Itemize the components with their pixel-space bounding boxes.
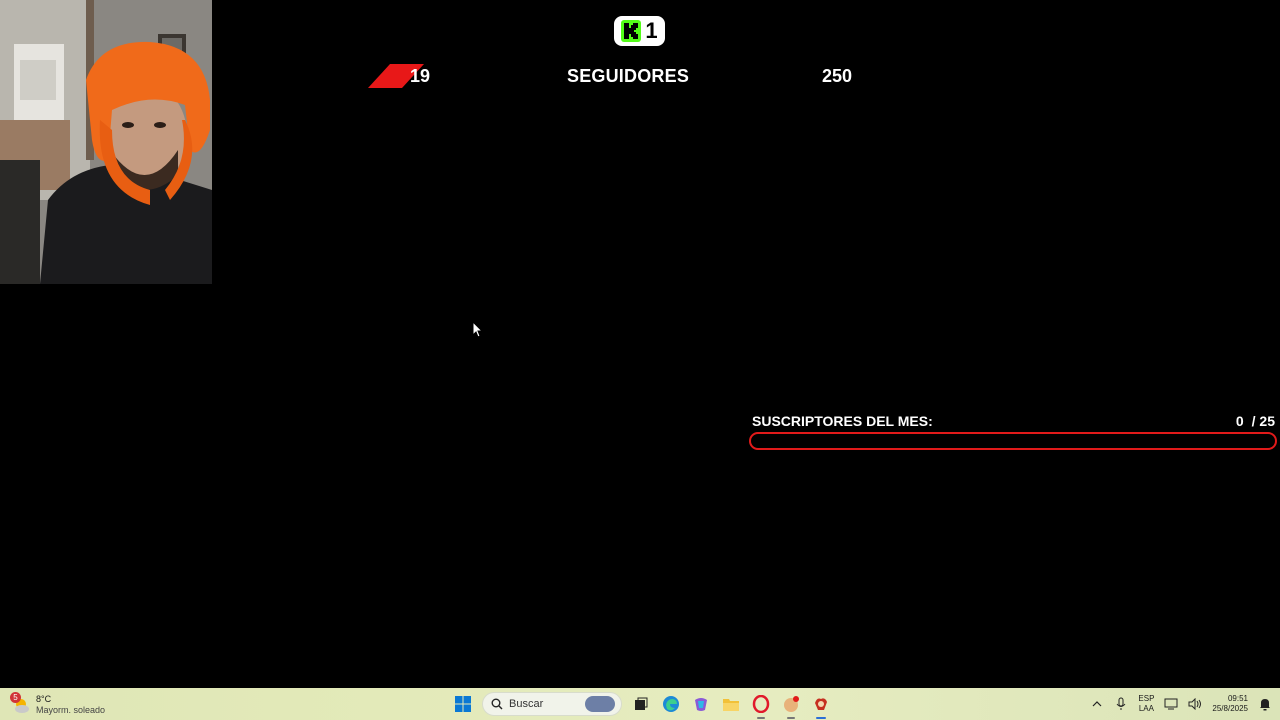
chevron-up-icon xyxy=(1092,701,1102,707)
app-icon xyxy=(784,696,799,712)
network-icon xyxy=(1164,698,1178,710)
system-tray: ESP LAA 09:51 25/8/2025 xyxy=(1090,691,1272,717)
taskbar-search[interactable]: Buscar xyxy=(482,692,622,716)
subs-goal-count: 0 / 25 xyxy=(1236,413,1275,429)
obs-icon xyxy=(815,698,827,710)
language-line1: ESP xyxy=(1138,694,1155,703)
subs-goal-label: SUSCRIPTORES DEL MES: xyxy=(752,413,933,429)
opera-icon xyxy=(752,695,770,713)
opera-button[interactable] xyxy=(750,693,772,719)
network-button[interactable] xyxy=(1164,697,1178,711)
weather-desc: Mayorm. soleado xyxy=(36,705,106,715)
task-view-button[interactable] xyxy=(630,693,652,715)
weather-widget[interactable]: 5 8°C Mayorm. soleado xyxy=(10,692,106,718)
clock-time: 09:51 xyxy=(1227,694,1248,703)
microphone-icon xyxy=(1117,697,1126,710)
weather-temp: 8°C xyxy=(36,694,52,704)
volume-icon xyxy=(1188,698,1202,710)
running-indicator xyxy=(787,717,795,719)
copilot-button[interactable] xyxy=(690,693,712,715)
language-line2: LAA xyxy=(1138,704,1154,713)
taskbar-apps: Buscar xyxy=(452,691,832,719)
folder-icon xyxy=(723,699,739,711)
chevron-up-button[interactable] xyxy=(1090,697,1104,711)
running-indicator xyxy=(816,717,826,719)
volume-button[interactable] xyxy=(1188,697,1202,711)
sun-cloud-icon: 5 xyxy=(10,692,30,714)
search-icon xyxy=(491,698,503,710)
windows-start-icon xyxy=(455,696,471,712)
edge-button[interactable] xyxy=(660,693,682,715)
copilot-icon xyxy=(695,698,707,711)
file-explorer-button[interactable] xyxy=(720,693,742,715)
bell-muted-icon xyxy=(1260,698,1270,710)
followers-label: SEGUIDORES xyxy=(567,66,690,86)
clock-date: 25/8/2025 xyxy=(1212,704,1248,713)
subs-goal-value: / 25 xyxy=(1251,413,1275,429)
notifications-button[interactable] xyxy=(1258,697,1272,711)
edge-icon xyxy=(663,696,679,712)
start-button[interactable] xyxy=(452,693,474,715)
kick-logo-icon xyxy=(621,20,642,42)
viewer-count: 1 xyxy=(645,18,658,43)
search-placeholder: Buscar xyxy=(509,698,544,710)
followers-goal: 19 SEGUIDORES 250 xyxy=(0,60,1280,92)
clock[interactable]: 09:51 25/8/2025 xyxy=(1212,694,1248,714)
mouse-cursor-icon xyxy=(472,321,484,338)
task-view-icon xyxy=(635,697,648,710)
app-button[interactable] xyxy=(780,693,802,719)
subs-current: 0 xyxy=(1235,413,1244,429)
search-highlight-icon xyxy=(585,696,615,712)
obs-button[interactable] xyxy=(810,693,832,719)
microphone-button[interactable] xyxy=(1114,697,1128,711)
subs-progress-bar xyxy=(749,432,1277,450)
webcam-feed xyxy=(0,0,212,284)
taskbar: 5 8°C Mayorm. soleado Buscar ESP LAA 09:… xyxy=(0,688,1280,720)
weather-badge: 5 xyxy=(10,692,21,703)
language-indicator[interactable]: ESP LAA xyxy=(1138,694,1154,714)
running-indicator xyxy=(757,717,765,719)
kick-viewer-badge: 1 xyxy=(614,16,665,46)
followers-goal-value: 250 xyxy=(822,66,853,86)
followers-current: 19 xyxy=(410,66,431,86)
